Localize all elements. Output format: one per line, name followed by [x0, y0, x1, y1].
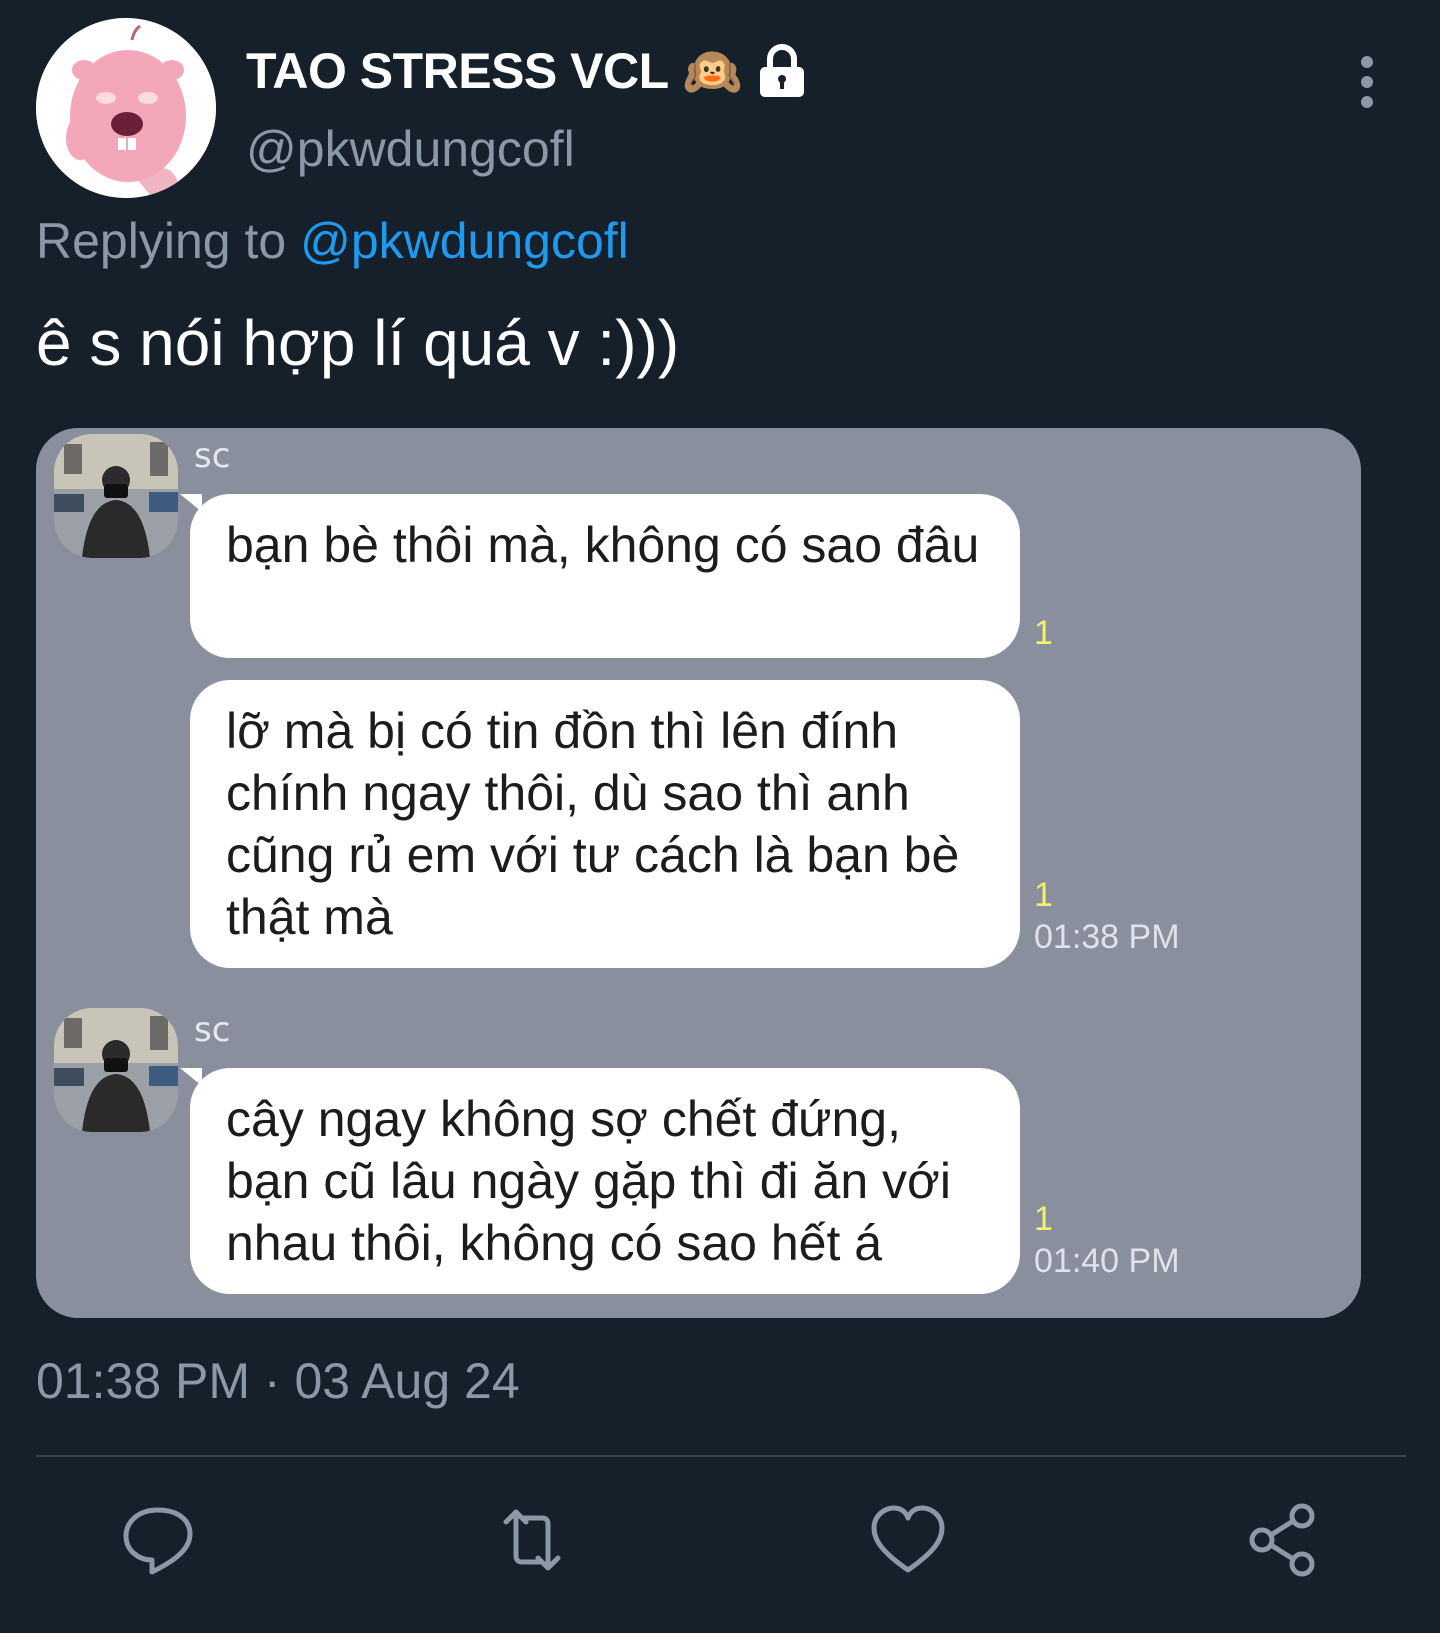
heart-icon[interactable]: [868, 1500, 948, 1580]
lock-icon: [756, 43, 808, 99]
message-time: 01:38 PM: [1034, 918, 1180, 956]
user-handle[interactable]: @pkwdungcofl: [246, 120, 575, 178]
profile-avatar[interactable]: [36, 18, 216, 198]
chat-avatar: [54, 1008, 178, 1132]
chat-sender-name: sc: [194, 436, 231, 476]
monkey-emoji: 🙉: [682, 43, 743, 100]
chat-screenshot-media[interactable]: sc bạn bè thôi mà, không có sao đâu 1 lỡ…: [36, 428, 1361, 1318]
display-name-row[interactable]: TAO STRESS VCL 🙉: [246, 36, 808, 106]
divider: [36, 1455, 1406, 1457]
replying-to-line: Replying to @pkwdungcofl: [36, 212, 629, 270]
tweet-timestamp[interactable]: 01:38 PM · 03 Aug 24: [36, 1352, 520, 1410]
message-time: 01:40 PM: [1034, 1242, 1180, 1280]
beaver-avatar-image: [36, 18, 216, 198]
more-vertical-icon[interactable]: [1350, 52, 1384, 112]
reply-mention-link[interactable]: @pkwdungcofl: [300, 213, 629, 269]
retweet-icon[interactable]: [492, 1500, 572, 1580]
share-icon[interactable]: [1244, 1500, 1324, 1580]
read-count: 1: [1034, 1200, 1053, 1238]
replying-to-label: Replying to: [36, 213, 287, 269]
reply-bubble-icon[interactable]: [118, 1500, 198, 1580]
tweet-text: ê s nói hợp lí quá v :))): [36, 307, 680, 379]
read-count: 1: [1034, 614, 1053, 652]
display-name: TAO STRESS VCL: [246, 43, 669, 99]
chat-sender-name: sc: [194, 1010, 231, 1050]
read-count: 1: [1034, 876, 1053, 914]
chat-message-bubble: bạn bè thôi mà, không có sao đâu: [190, 494, 1020, 658]
chat-message-bubble: lỡ mà bị có tin đồn thì lên đính chính n…: [190, 680, 1020, 968]
chat-message-bubble: cây ngay không sợ chết đứng, bạn cũ lâu …: [190, 1068, 1020, 1294]
chat-avatar: [54, 434, 178, 558]
